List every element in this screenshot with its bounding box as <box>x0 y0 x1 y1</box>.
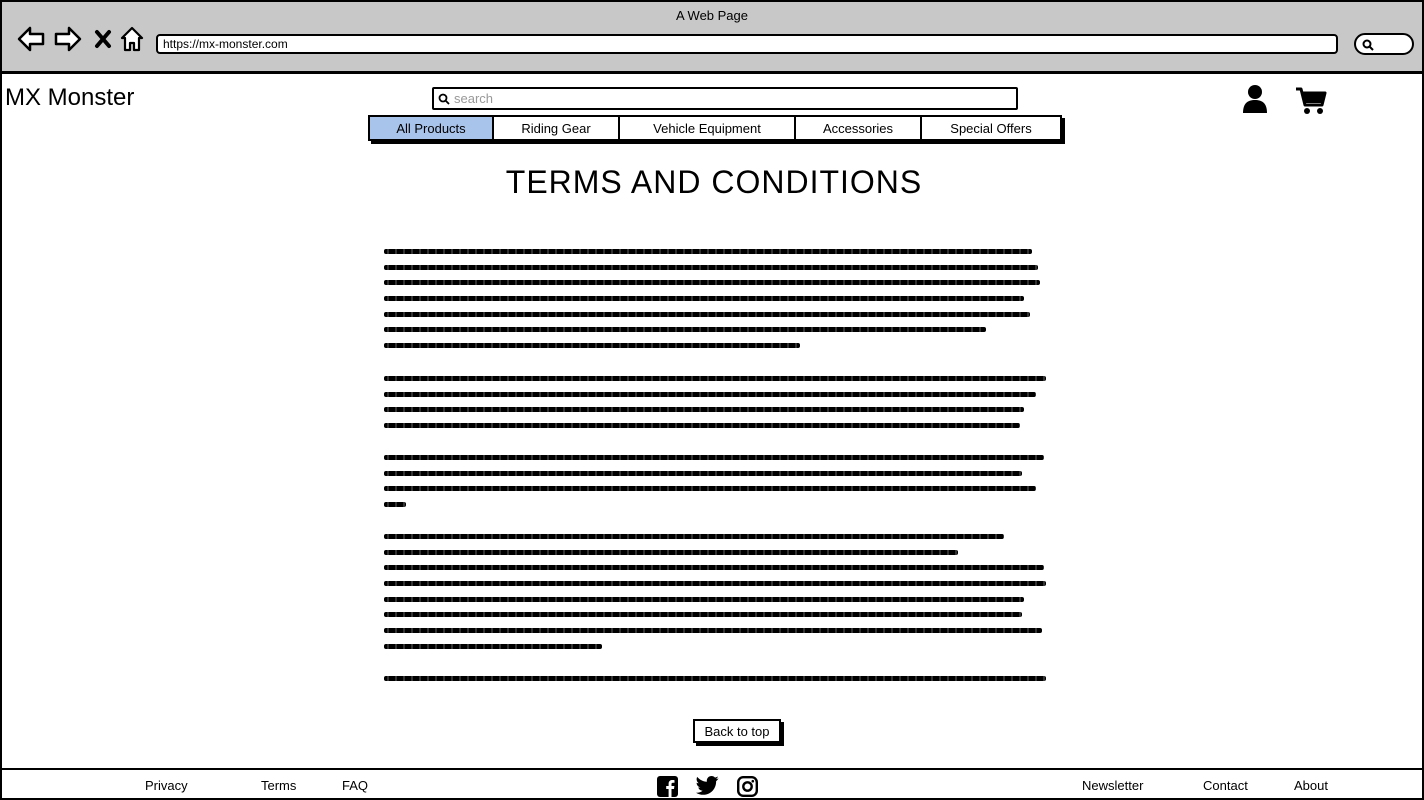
tab-accessories[interactable]: Accessories <box>796 117 922 139</box>
tab-special-offers[interactable]: Special Offers <box>922 117 1060 139</box>
terms-paragraph <box>384 534 1046 660</box>
terms-paragraph <box>384 249 1040 359</box>
back-icon[interactable] <box>16 24 46 54</box>
back-to-top-button[interactable]: Back to top <box>693 719 781 743</box>
url-bar[interactable]: https://mx-monster.com <box>156 34 1338 54</box>
search-icon <box>1362 39 1374 51</box>
tab-all-products[interactable]: All Products <box>370 117 494 139</box>
terms-paragraph <box>384 376 1046 439</box>
stop-icon[interactable] <box>88 24 118 54</box>
facebook-icon[interactable] <box>657 776 678 800</box>
footer: Privacy Terms FAQ Newsletter Contact Abo… <box>2 768 1422 800</box>
instagram-icon[interactable] <box>737 776 759 800</box>
footer-link-newsletter[interactable]: Newsletter <box>1082 778 1143 793</box>
terms-paragraph <box>384 455 1044 518</box>
browser-chrome: A Web Page https://mx-monster.com <box>0 0 1424 74</box>
footer-link-contact[interactable]: Contact <box>1203 778 1248 793</box>
browser-search-field[interactable] <box>1354 33 1414 55</box>
window-title: A Web Page <box>675 8 749 23</box>
home-icon[interactable] <box>117 24 147 54</box>
terms-paragraph <box>384 676 1046 692</box>
user-account-icon[interactable] <box>1242 84 1268 119</box>
shopping-cart-icon[interactable] <box>1295 86 1327 121</box>
footer-link-privacy[interactable]: Privacy <box>145 778 188 793</box>
page-title: TERMS AND CONDITIONS <box>505 164 923 200</box>
site-search[interactable] <box>432 87 1018 110</box>
forward-icon[interactable] <box>53 24 83 54</box>
category-tabs: All Products Riding Gear Vehicle Equipme… <box>368 115 1062 141</box>
tab-riding-gear[interactable]: Riding Gear <box>494 117 620 139</box>
tab-vehicle-equipment[interactable]: Vehicle Equipment <box>620 117 796 139</box>
footer-link-about[interactable]: About <box>1294 778 1328 793</box>
search-input[interactable] <box>454 91 994 106</box>
search-icon <box>438 93 450 105</box>
footer-link-faq[interactable]: FAQ <box>342 778 368 793</box>
footer-link-terms[interactable]: Terms <box>261 778 296 793</box>
twitter-icon[interactable] <box>696 776 719 800</box>
site-logo[interactable]: MX Monster <box>5 84 134 112</box>
page-content: MX Monster All Products Riding Gear Vehi… <box>0 74 1424 800</box>
